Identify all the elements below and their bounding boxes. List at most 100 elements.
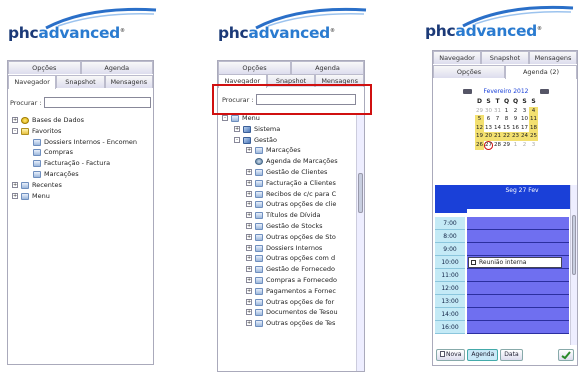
tab-opcoes[interactable]: Opções xyxy=(433,65,505,78)
collapse-icon[interactable]: - xyxy=(234,136,240,143)
calendar-day[interactable]: 29 xyxy=(475,107,484,116)
calendar-day[interactable]: 16 xyxy=(511,124,520,133)
calendar-day[interactable]: 6 xyxy=(484,115,493,124)
calendar-day[interactable]: 10 xyxy=(520,115,529,124)
tree-node[interactable]: + Gestão de Fornecedo xyxy=(218,264,355,275)
calendar-day[interactable]: 20 xyxy=(484,132,493,141)
calendar-day[interactable]: 30 xyxy=(484,107,493,116)
expand-icon[interactable]: + xyxy=(12,181,18,188)
date-button[interactable]: Data xyxy=(500,349,523,361)
calendar-day[interactable]: 2 xyxy=(520,141,529,150)
expand-icon[interactable]: + xyxy=(246,244,252,251)
tab-snapshot[interactable]: Snapshot xyxy=(481,51,529,64)
tree-node[interactable]: + Documentos de Tesou xyxy=(218,307,355,318)
expand-icon[interactable]: + xyxy=(234,125,240,132)
calendar-day[interactable]: 28 xyxy=(493,141,502,150)
tree-node[interactable]: + Outras opções de clie xyxy=(218,199,355,210)
expand-icon[interactable]: + xyxy=(246,190,252,197)
expand-icon[interactable]: + xyxy=(246,266,252,273)
expand-icon[interactable]: + xyxy=(12,117,18,123)
time-slot[interactable] xyxy=(467,269,569,282)
tree-node[interactable]: + Outras opções de Sto xyxy=(218,232,355,243)
calendar-day[interactable]: 18 xyxy=(529,123,538,133)
agenda-button[interactable]: Agenda xyxy=(467,349,499,361)
calendar-day[interactable]: 12 xyxy=(475,123,484,133)
expand-icon[interactable]: + xyxy=(246,233,252,240)
calendar-day[interactable]: 7 xyxy=(493,115,502,124)
time-slot[interactable] xyxy=(467,282,569,295)
expand-icon[interactable]: + xyxy=(246,309,252,316)
tree-node[interactable]: Facturação - Factura xyxy=(8,158,153,169)
tab-navegador[interactable]: Navegador xyxy=(8,75,57,89)
expand-icon[interactable]: + xyxy=(246,201,252,208)
tree-node[interactable]: + Compras a Fornecedo xyxy=(218,275,355,286)
expand-icon[interactable]: + xyxy=(246,168,252,175)
tree-node[interactable]: Dossiers Internos - Encomen xyxy=(8,137,153,148)
time-slot[interactable] xyxy=(467,217,569,230)
expand-icon[interactable]: + xyxy=(246,147,252,154)
tab-agenda[interactable]: Agenda xyxy=(80,61,153,74)
tree-node[interactable]: Compras xyxy=(8,147,153,158)
search-input[interactable] xyxy=(44,97,151,108)
calendar-day[interactable]: 1 xyxy=(502,107,511,116)
expand-icon[interactable]: + xyxy=(246,287,252,294)
tab-mensagens[interactable]: Mensagens xyxy=(529,51,577,64)
calendar-day[interactable]: 5 xyxy=(475,115,484,124)
collapse-icon[interactable]: - xyxy=(12,127,18,134)
calendar-day[interactable]: 25 xyxy=(529,132,538,141)
tree-node[interactable]: Marcações xyxy=(8,169,153,180)
time-slot[interactable] xyxy=(467,230,569,243)
scrollbar-thumb[interactable] xyxy=(572,215,576,275)
scrollbar-thumb[interactable] xyxy=(358,173,363,213)
tree-node[interactable]: + Marcações xyxy=(218,145,355,156)
tree-node[interactable]: + Outras opções com d xyxy=(218,253,355,264)
tree-node[interactable]: + Recibos de c/c para C xyxy=(218,189,355,200)
calendar-day[interactable]: 9 xyxy=(511,115,520,124)
calendar-day[interactable]: 4 xyxy=(529,106,538,116)
tree-node[interactable]: + Dossiers Internos xyxy=(218,243,355,254)
refresh-button[interactable] xyxy=(558,349,574,361)
calendar-day[interactable]: 27 xyxy=(484,140,493,150)
calendar-day[interactable]: 26 xyxy=(475,140,484,150)
expand-icon[interactable]: + xyxy=(12,192,18,199)
expand-icon[interactable]: + xyxy=(246,179,252,186)
appointment-checkbox[interactable] xyxy=(471,259,476,265)
expand-icon[interactable]: + xyxy=(246,320,252,327)
tree-node[interactable]: - Favoritos xyxy=(8,126,153,137)
tree-node[interactable]: Agenda de Marcações xyxy=(218,156,355,167)
tree-node[interactable]: - Gestão xyxy=(218,135,355,146)
calendar-day[interactable]: 1 xyxy=(511,141,520,150)
calendar-day[interactable]: 31 xyxy=(493,107,502,116)
calendar-day[interactable]: 3 xyxy=(529,141,538,150)
tab-agenda[interactable]: Agenda xyxy=(291,61,364,74)
time-slot[interactable] xyxy=(467,308,569,321)
expand-icon[interactable]: + xyxy=(246,212,252,219)
calendar-day[interactable]: 14 xyxy=(493,124,502,133)
tree-node[interactable]: + Gestão de Clientes xyxy=(218,167,355,178)
tree-node[interactable]: + Outras opções de for xyxy=(218,297,355,308)
calendar-day[interactable]: 24 xyxy=(520,132,529,141)
tab-agenda[interactable]: Agenda (2) xyxy=(505,65,577,79)
time-slot[interactable] xyxy=(467,295,569,308)
tree-node[interactable]: + Títulos de Dívida xyxy=(218,210,355,221)
tab-navegador[interactable]: Navegador xyxy=(433,51,481,64)
calendar-day[interactable]: 2 xyxy=(511,107,520,116)
calendar-day[interactable]: 8 xyxy=(502,115,511,124)
calendar-day[interactable]: 29 xyxy=(502,141,511,150)
expand-icon[interactable]: + xyxy=(246,222,252,229)
calendar-day[interactable]: 22 xyxy=(502,132,511,141)
next-month-button[interactable] xyxy=(540,89,549,94)
collapse-icon[interactable]: - xyxy=(222,115,228,121)
tree-node[interactable]: + Menu xyxy=(8,191,153,202)
expand-icon[interactable]: + xyxy=(246,255,252,262)
tree-node[interactable]: + Facturação a Clientes xyxy=(218,178,355,189)
new-button[interactable]: Nova xyxy=(436,349,466,361)
tree-node[interactable]: + Bases de Dados xyxy=(8,115,153,126)
time-slot[interactable] xyxy=(467,243,569,256)
tree-scrollbar[interactable] xyxy=(356,113,364,371)
tree-node[interactable]: + Gestão de Stocks xyxy=(218,221,355,232)
calendar-day[interactable]: 19 xyxy=(475,132,484,141)
expand-icon[interactable]: + xyxy=(246,298,252,305)
calendar-day[interactable]: 15 xyxy=(502,124,511,133)
calendar-day[interactable]: 11 xyxy=(529,115,538,124)
